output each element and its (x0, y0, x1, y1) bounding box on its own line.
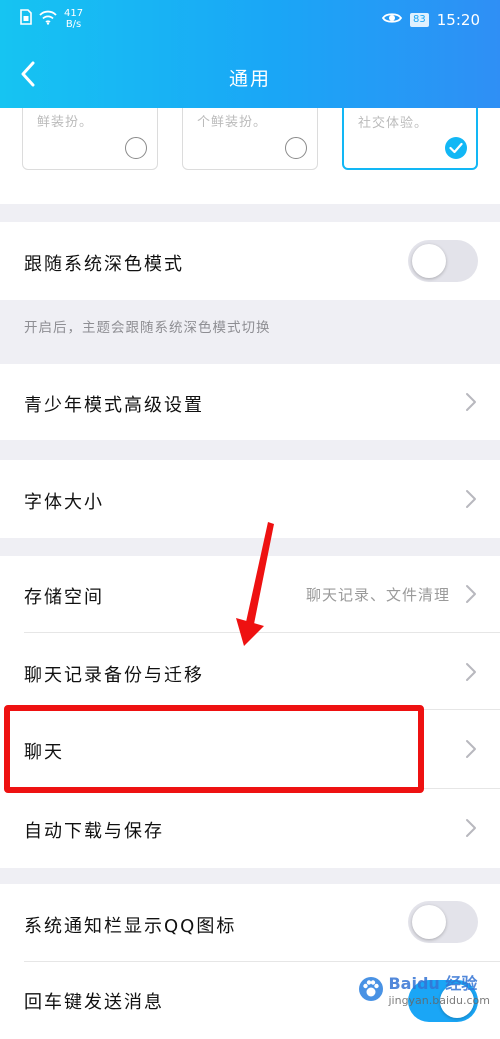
auto-download-label: 自动下载与保存 (24, 821, 164, 842)
eye-icon (381, 11, 403, 29)
watermark-brand: Baidu 经验 (388, 974, 478, 993)
radio-unchecked-icon[interactable] (285, 137, 307, 159)
font-size-label: 字体大小 (24, 492, 104, 513)
baidu-watermark: Baidu 经验 jingyan.baidu.com (358, 970, 490, 1007)
theme-card-1[interactable]: 鲜装扮。 (22, 108, 158, 170)
theme-card-text: 鲜装扮。 (37, 115, 94, 130)
wifi-icon (38, 9, 58, 29)
chevron-right-icon (466, 740, 476, 758)
storage-label: 存储空间 (24, 587, 104, 608)
theme-selector: 鲜装扮。 个鲜装扮。 社交体验。 (0, 108, 500, 204)
network-speed-unit: B/s (65, 19, 82, 30)
highlight-box-annotation (4, 705, 424, 793)
youth-mode-row[interactable]: 青少年模式高级设置 (0, 364, 500, 440)
notification-settings-group: 系统通知栏显示QQ图标 回车键发送消息 (0, 884, 500, 1039)
sim-icon (20, 9, 32, 29)
chevron-right-icon (466, 393, 476, 411)
auto-download-row[interactable]: 自动下载与保存 (0, 789, 500, 868)
backup-label: 聊天记录备份与迁移 (24, 665, 204, 686)
network-speed-value: 417 (64, 8, 84, 19)
paw-icon (359, 976, 384, 1001)
status-time: 15:20 (436, 11, 480, 29)
youth-mode-label: 青少年模式高级设置 (24, 395, 204, 416)
chevron-right-icon (466, 490, 476, 508)
red-arrow-annotation (236, 522, 274, 646)
dark-mode-row[interactable]: 跟随系统深色模式 (0, 222, 500, 300)
qq-icon-row[interactable]: 系统通知栏显示QQ图标 (0, 884, 500, 961)
theme-card-text: 个鲜装扮。 (197, 115, 268, 130)
dark-mode-note: 开启后，主题会跟随系统深色模式切换 (24, 320, 271, 336)
status-right: 83 15:20 (381, 11, 480, 29)
toggle-knob (412, 905, 446, 939)
chevron-right-icon (466, 585, 476, 603)
storage-value: 聊天记录、文件清理 (305, 586, 450, 604)
enter-send-label: 回车键发送消息 (24, 992, 164, 1013)
radio-unchecked-icon[interactable] (125, 137, 147, 159)
chevron-right-icon (466, 819, 476, 837)
toggle-knob (412, 244, 446, 278)
qq-icon-label: 系统通知栏显示QQ图标 (24, 916, 237, 937)
theme-card-3[interactable]: 社交体验。 (342, 108, 478, 170)
theme-card-text: 社交体验。 (358, 116, 429, 131)
page-title: 通用 (228, 68, 271, 90)
theme-card-2[interactable]: 个鲜装扮。 (182, 108, 318, 170)
app-header: 417 B/s 83 15:20 通用 (0, 0, 500, 108)
battery-indicator: 83 (410, 13, 429, 27)
status-left: 417 B/s (20, 8, 83, 30)
dark-mode-toggle[interactable] (408, 240, 478, 282)
qq-icon-toggle[interactable] (408, 901, 478, 943)
status-bar: 417 B/s 83 15:20 (0, 0, 500, 40)
chevron-right-icon (466, 663, 476, 681)
network-speed: 417 B/s (64, 8, 83, 30)
dark-mode-label: 跟随系统深色模式 (24, 254, 184, 275)
checkmark-icon[interactable] (445, 137, 467, 159)
watermark-url: jingyan.baidu.com (388, 994, 490, 1007)
